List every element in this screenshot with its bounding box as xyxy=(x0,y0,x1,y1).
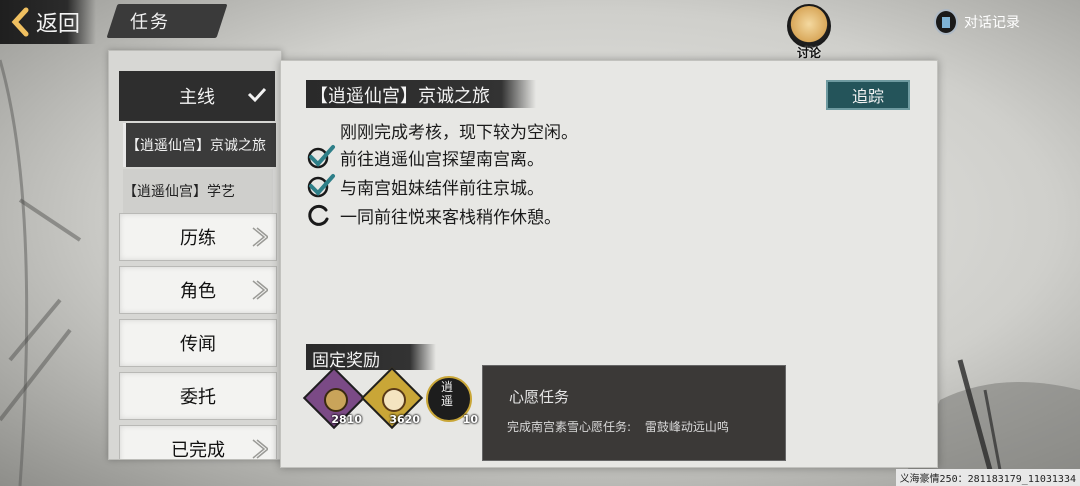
reward-item[interactable]: 3620 xyxy=(360,366,424,430)
wish-description: 完成南宫素雪心愿任务: 雷鼓峰动远山鸣 xyxy=(507,418,729,435)
wish-desc-label: 完成南宫素雪心愿任务: xyxy=(507,420,632,434)
wish-title: 心愿任务 xyxy=(509,388,570,406)
quest-step: 前往逍遥仙宫探望南宫离。 xyxy=(306,144,544,170)
category-experience[interactable]: 历练 xyxy=(119,213,277,261)
category-rumor-label: 传闻 xyxy=(180,334,216,355)
quest-description: 刚刚完成考核，现下较为空闲。 xyxy=(340,123,578,143)
chevron-left-icon xyxy=(11,7,29,37)
category-character[interactable]: 角色 xyxy=(119,266,277,314)
wish-desc-value: 雷鼓峰动远山鸣 xyxy=(644,420,729,434)
quest-step-text: 一同前往悦来客栈稍作休憩。 xyxy=(340,207,561,228)
wish-quest-tooltip: 心愿任务 完成南宫素雪心愿任务: 雷鼓峰动远山鸣 xyxy=(482,365,786,461)
category-commission-label: 委托 xyxy=(180,387,216,408)
page-title: 任务 xyxy=(130,12,170,33)
reward-count: 2810 xyxy=(331,413,362,426)
back-label: 返回 xyxy=(36,12,81,37)
category-main-quest[interactable]: 主线 xyxy=(119,71,275,121)
category-rumor[interactable]: 传闻 xyxy=(119,319,277,367)
category-completed-label: 已完成 xyxy=(171,440,225,460)
checkmark-expanded-icon xyxy=(247,87,267,103)
dog-avatar-icon xyxy=(787,4,831,48)
reward-count: 3620 xyxy=(389,413,420,426)
dialog-log-label: 对话记录 xyxy=(964,15,1020,31)
reward-count: 10 xyxy=(462,413,478,426)
dialog-log-button[interactable]: 对话记录 xyxy=(934,9,1020,35)
discuss-button[interactable]: 讨论 xyxy=(780,4,838,60)
track-button[interactable]: 追踪 xyxy=(826,80,910,110)
category-completed[interactable]: 已完成 xyxy=(119,425,277,460)
quest-step: 与南宫姐妹结伴前往京城。 xyxy=(306,173,544,199)
reward-item[interactable]: 逍遥 10 xyxy=(424,372,478,426)
category-commission[interactable]: 委托 xyxy=(119,372,277,420)
checkmark-icon xyxy=(307,174,335,198)
chevron-right-icon xyxy=(252,227,268,247)
token-glyph: 逍遥 xyxy=(440,380,453,408)
quest-list-item-label: 【逍遥仙宫】学艺 xyxy=(123,184,235,200)
quest-list-item-label: 【逍遥仙宫】京诚之旅 xyxy=(126,138,266,154)
category-experience-label: 历练 xyxy=(180,228,216,249)
quest-list-item-active[interactable]: 【逍遥仙宫】京诚之旅 xyxy=(123,123,276,167)
progress-ring-icon xyxy=(308,204,329,226)
quest-step: 一同前往悦来客栈稍作休憩。 xyxy=(306,202,561,228)
chevron-right-icon xyxy=(252,280,268,300)
quest-list-item[interactable]: 【逍遥仙宫】学艺 xyxy=(123,169,273,213)
reward-title: 固定奖励 xyxy=(312,351,380,371)
discuss-label: 讨论 xyxy=(796,46,821,60)
category-panel: 主线 【逍遥仙宫】京诚之旅 【逍遥仙宫】学艺 历练 角色 传闻 委托 已完成 xyxy=(108,50,282,460)
quest-step-text: 前往逍遥仙宫探望南宫离。 xyxy=(340,149,544,170)
category-character-label: 角色 xyxy=(180,281,216,302)
chevron-right-icon xyxy=(252,439,268,459)
back-button[interactable]: 返回 xyxy=(0,0,96,44)
reward-item[interactable]: 2810 xyxy=(302,366,366,430)
quest-title: 【逍遥仙宫】京诚之旅 xyxy=(310,86,490,107)
category-main-label: 主线 xyxy=(179,87,215,108)
book-icon xyxy=(934,9,958,35)
player-id-watermark: 义海豪情250：281183179_11031334 xyxy=(895,469,1080,486)
quest-step-text: 与南宫姐妹结伴前往京城。 xyxy=(340,178,544,199)
checkmark-icon xyxy=(307,145,335,169)
